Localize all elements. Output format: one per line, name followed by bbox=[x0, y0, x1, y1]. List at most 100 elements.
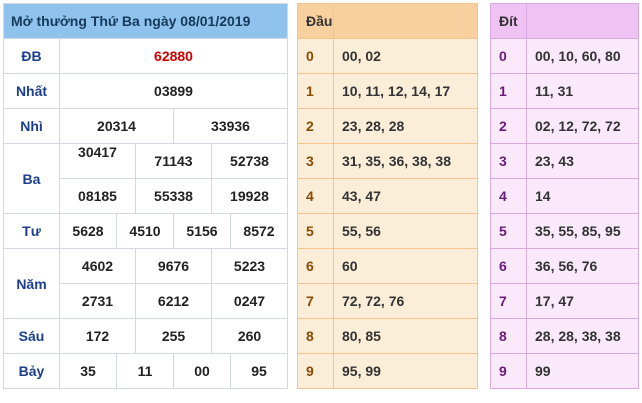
third-prize-number: 19928 bbox=[211, 179, 287, 213]
prize-label-sau: Sáu bbox=[3, 318, 60, 354]
dau-table: Đầu 0 00, 02 1 10, 11, 12, 14, 17 2 23, 28, 2… bbox=[297, 3, 478, 389]
dit-values: 02, 12, 72, 72 bbox=[526, 108, 639, 144]
dit-header-blank bbox=[526, 3, 639, 39]
fifth-prize-number: 5223 bbox=[211, 249, 287, 283]
dit-digit: 3 bbox=[490, 143, 527, 179]
third-prize-number: 55338 bbox=[135, 179, 211, 213]
dit-row: 7 17, 47 bbox=[490, 283, 639, 319]
dau-values: 72, 72, 76 bbox=[333, 283, 478, 319]
dit-values: 23, 43 bbox=[526, 143, 639, 179]
dau-digit: 8 bbox=[297, 318, 334, 354]
fourth-prize-number: 4510 bbox=[116, 213, 174, 249]
third-prize-number: 08185 bbox=[78, 188, 117, 204]
dit-digit: 0 bbox=[490, 38, 527, 74]
dau-row: 6 60 bbox=[297, 248, 478, 284]
sixth-prize-number: 172 bbox=[85, 328, 110, 344]
dit-values: 11, 31 bbox=[526, 73, 639, 109]
dau-digit: 1 bbox=[297, 73, 334, 109]
fifth-prize-number: 2731 bbox=[81, 293, 114, 309]
dit-table: Đít 0 00, 10, 60, 80 1 11, 31 2 02, 12, 72, 7… bbox=[490, 3, 639, 389]
fifth-prize-number: 9676 bbox=[135, 249, 211, 283]
dit-values: 17, 47 bbox=[526, 283, 639, 319]
dit-row: 3 23, 43 bbox=[490, 143, 639, 179]
dau-values: 23, 28, 28 bbox=[333, 108, 478, 144]
dit-row: 5 35, 55, 85, 95 bbox=[490, 213, 639, 249]
prize-label-db: ĐB bbox=[3, 38, 60, 74]
dau-header-blank bbox=[333, 3, 478, 39]
dit-digit: 1 bbox=[490, 73, 527, 109]
sixth-prize-number: 255 bbox=[135, 319, 211, 353]
dau-values: 10, 11, 12, 14, 17 bbox=[333, 73, 478, 109]
dau-rows: 0 00, 02 1 10, 11, 12, 14, 17 2 23, 28, 28 3 31… bbox=[297, 38, 478, 389]
dit-row: 4 14 bbox=[490, 178, 639, 214]
results-title: Mở thưởng Thứ Ba ngày 08/01/2019 bbox=[2, 3, 289, 39]
dau-row: 8 80, 85 bbox=[297, 318, 478, 354]
special-prize-number: 62880 bbox=[58, 38, 289, 74]
dau-values: 80, 85 bbox=[333, 318, 478, 354]
dit-digit: 9 bbox=[490, 353, 527, 389]
seventh-prize-number: 11 bbox=[116, 353, 174, 389]
dit-row: 9 99 bbox=[490, 353, 639, 389]
dau-row: 4 43, 47 bbox=[297, 178, 478, 214]
dau-values: 00, 02 bbox=[333, 38, 478, 74]
dit-row: 2 02, 12, 72, 72 bbox=[490, 108, 639, 144]
dit-digit: 8 bbox=[490, 318, 527, 354]
prize-label-tu: Tư bbox=[3, 213, 60, 249]
seventh-prize-number: 00 bbox=[173, 353, 231, 389]
third-prize-number: 52738 bbox=[211, 144, 287, 178]
dau-digit: 0 bbox=[297, 38, 334, 74]
second-prize-number: 20314 bbox=[59, 108, 174, 144]
dau-row: 2 23, 28, 28 bbox=[297, 108, 478, 144]
dau-digit: 7 bbox=[297, 283, 334, 319]
dau-row: 9 95, 99 bbox=[297, 353, 478, 389]
dau-values: 55, 56 bbox=[333, 213, 478, 249]
seventh-prize-number: 95 bbox=[229, 353, 289, 389]
dit-values: 36, 56, 76 bbox=[526, 248, 639, 284]
prize-label-nhi: Nhì bbox=[3, 108, 60, 144]
fourth-prize-number: 5156 bbox=[173, 213, 231, 249]
third-prize-number: 71143 bbox=[135, 144, 211, 178]
dau-digit: 5 bbox=[297, 213, 334, 249]
dit-row: 8 28, 28, 38, 38 bbox=[490, 318, 639, 354]
sixth-prize-number: 260 bbox=[211, 319, 287, 353]
dau-row: 3 31, 35, 36, 38, 38 bbox=[297, 143, 478, 179]
dit-digit: 6 bbox=[490, 248, 527, 284]
dau-digit: 6 bbox=[297, 248, 334, 284]
prize-label-bay: Bảy bbox=[3, 353, 60, 389]
dit-header: Đít bbox=[490, 3, 527, 39]
dit-rows: 0 00, 10, 60, 80 1 11, 31 2 02, 12, 72, 72 3 23… bbox=[490, 38, 639, 389]
dau-values: 43, 47 bbox=[333, 178, 478, 214]
dau-digit: 9 bbox=[297, 353, 334, 389]
prize-label-ba: Ba bbox=[3, 143, 60, 214]
second-prize-number: 33936 bbox=[172, 108, 289, 144]
dit-digit: 4 bbox=[490, 178, 527, 214]
fifth-prize-number: 0247 bbox=[211, 284, 287, 318]
dau-row: 0 00, 02 bbox=[297, 38, 478, 74]
dit-values: 35, 55, 85, 95 bbox=[526, 213, 639, 249]
dit-digit: 2 bbox=[490, 108, 527, 144]
third-prize-number: 30417 bbox=[78, 144, 117, 160]
prize-label-nhat: Nhất bbox=[3, 73, 60, 109]
first-prize-number: 03899 bbox=[58, 73, 289, 109]
dit-values: 99 bbox=[526, 353, 639, 389]
dit-values: 00, 10, 60, 80 bbox=[526, 38, 639, 74]
dit-row: 0 00, 10, 60, 80 bbox=[490, 38, 639, 74]
dit-digit: 7 bbox=[490, 283, 527, 319]
dau-values: 60 bbox=[333, 248, 478, 284]
dau-digit: 3 bbox=[297, 143, 334, 179]
fifth-prize-number: 6212 bbox=[135, 284, 211, 318]
seventh-prize-number: 35 bbox=[59, 353, 117, 389]
dau-digit: 4 bbox=[297, 178, 334, 214]
results-table: Mở thưởng Thứ Ba ngày 08/01/2019 ĐB 6288… bbox=[2, 3, 289, 389]
prize-label-nam: Năm bbox=[3, 248, 60, 319]
dit-values: 14 bbox=[526, 178, 639, 214]
dit-values: 28, 28, 38, 38 bbox=[526, 318, 639, 354]
dau-header: Đầu bbox=[297, 3, 334, 39]
fifth-prize-number: 4602 bbox=[81, 258, 114, 274]
fourth-prize-number: 8572 bbox=[229, 213, 289, 249]
dau-values: 95, 99 bbox=[333, 353, 478, 389]
fourth-prize-number: 5628 bbox=[59, 213, 117, 249]
dau-row: 5 55, 56 bbox=[297, 213, 478, 249]
dau-values: 31, 35, 36, 38, 38 bbox=[333, 143, 478, 179]
dit-row: 6 36, 56, 76 bbox=[490, 248, 639, 284]
